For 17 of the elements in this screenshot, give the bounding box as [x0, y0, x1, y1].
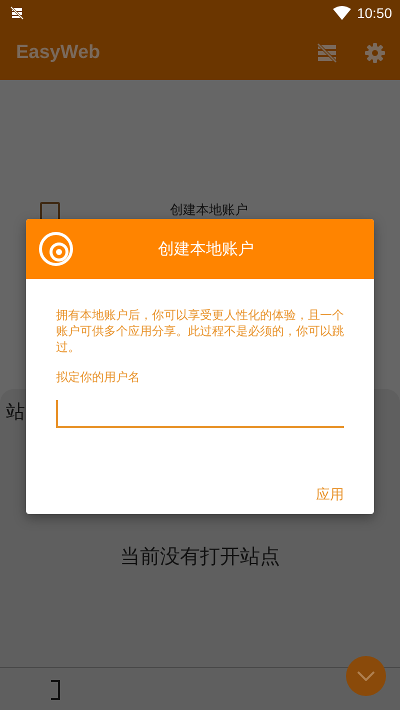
- wifi-icon: [332, 6, 351, 20]
- logo-icon: [38, 231, 74, 267]
- field-label: 拟定你的用户名: [56, 369, 141, 386]
- app-title: EasyWeb: [16, 42, 100, 64]
- apply-button[interactable]: 应用: [316, 484, 344, 506]
- username-field[interactable]: [56, 400, 344, 428]
- empty-message: 当前没有打开站点: [119, 543, 281, 570]
- server-off-icon: [10, 6, 24, 20]
- collapse-button[interactable]: [346, 656, 386, 696]
- chevron-down-icon: [357, 671, 375, 681]
- option-label: 创建本地账户: [170, 202, 248, 219]
- dialog-title: 创建本地账户: [157, 238, 255, 260]
- settings-icon[interactable]: [364, 42, 386, 64]
- dialog-message: 拥有本地账户后，你可以享受更人性化的体验，且一个账户可供多个应用分享。此过程不是必须的，你可以跳过。: [56, 307, 344, 355]
- sheet-title: 站: [6, 400, 25, 425]
- status-time: 10:50: [356, 4, 392, 20]
- server-off-icon[interactable]: [316, 42, 338, 64]
